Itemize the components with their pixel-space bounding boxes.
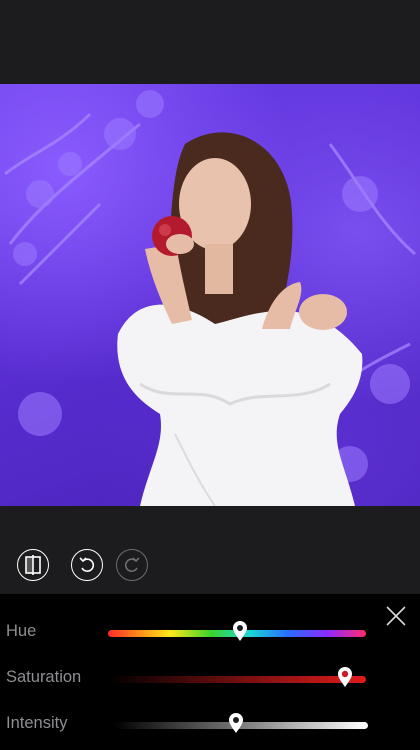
- compare-button[interactable]: [17, 549, 49, 581]
- photo-illustration: [4, 90, 416, 506]
- intensity-slider-row: Intensity: [0, 710, 420, 740]
- undo-icon: [79, 557, 95, 572]
- saturation-slider-row: Saturation: [0, 664, 420, 694]
- undo-button[interactable]: [71, 549, 103, 581]
- intensity-slider-handle[interactable]: [228, 712, 244, 734]
- adjustment-panel: Hue Saturation Intensity: [0, 594, 420, 750]
- hue-slider-row: Hue: [0, 618, 420, 648]
- saturation-slider[interactable]: [108, 676, 366, 683]
- hue-label: Hue: [6, 622, 37, 640]
- redo-button[interactable]: [116, 549, 148, 581]
- edit-toolbar: [0, 506, 420, 594]
- top-bar: [0, 0, 420, 84]
- compare-split-icon: [25, 555, 41, 575]
- saturation-slider-handle[interactable]: [337, 666, 353, 688]
- redo-icon: [124, 557, 140, 572]
- hue-slider-handle[interactable]: [232, 620, 248, 642]
- saturation-label: Saturation: [6, 668, 82, 686]
- intensity-label: Intensity: [6, 714, 68, 732]
- photo-preview: [0, 84, 420, 506]
